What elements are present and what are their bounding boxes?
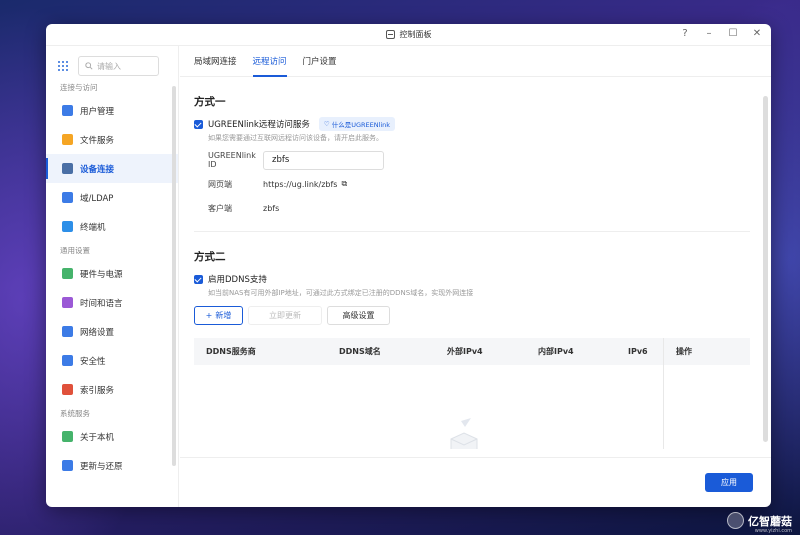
sidebar-item-label: 关于本机 bbox=[80, 432, 115, 443]
ugreenlink-id-input[interactable]: zbfs bbox=[263, 150, 384, 170]
sidebar-item-label: 硬件与电源 bbox=[80, 269, 123, 280]
sidebar-item-label: 网络设置 bbox=[80, 327, 115, 338]
update-now-button[interactable]: 立即更新 bbox=[248, 306, 322, 325]
help-icon[interactable]: ? bbox=[679, 28, 691, 39]
control-panel-window: 控制面板 ? – ☐ ✕ 请输入 连接与访问用户管理文件服务设备连接域/LDAP… bbox=[46, 24, 771, 507]
sidebar-item[interactable]: 网络设置 bbox=[46, 317, 178, 346]
copy-icon[interactable]: ⧉ bbox=[341, 179, 347, 189]
client-label: 客户端 bbox=[208, 203, 232, 213]
sidebar-item[interactable]: 终端机 bbox=[46, 212, 178, 241]
sidebar-item[interactable]: 安全性 bbox=[46, 346, 178, 375]
control-panel-icon bbox=[385, 30, 395, 39]
sidebar-item-label: 域/LDAP bbox=[80, 193, 114, 204]
main-panel: 方式一 UGREENlink远程访问服务 ♡ 什么是UGREENlink 如果您… bbox=[194, 77, 750, 449]
sidebar-section-label: 系统服务 bbox=[60, 408, 90, 418]
th-domain: DDNS域名 bbox=[339, 347, 381, 356]
sidebar-item-label: 时间和语言 bbox=[80, 298, 123, 309]
plus-icon: + bbox=[205, 311, 213, 320]
tab-remote-access[interactable]: 远程访问 bbox=[252, 46, 287, 77]
index-service-icon bbox=[62, 384, 73, 395]
ddns-checkbox[interactable] bbox=[194, 274, 203, 284]
web-label: 网页端 bbox=[208, 179, 232, 189]
sidebar-item[interactable]: 时间和语言 bbox=[46, 288, 178, 317]
apply-button[interactable]: 应用 bbox=[705, 473, 753, 492]
minimize-icon[interactable]: – bbox=[703, 28, 715, 39]
user-manage-icon bbox=[62, 105, 73, 116]
file-service-icon bbox=[62, 134, 73, 145]
method2-title: 方式二 bbox=[194, 251, 226, 263]
sidebar-item[interactable]: 硬件与电源 bbox=[46, 259, 178, 288]
content-area: 局域网连接 远程访问 门户设置 方式一 UGREENlink远程访问服务 ♡ 什… bbox=[180, 46, 771, 507]
sidebar-section-label: 连接与访问 bbox=[60, 82, 98, 92]
tab-portal[interactable]: 门户设置 bbox=[303, 46, 337, 77]
title-bar: 控制面板 ? – ☐ ✕ bbox=[46, 24, 771, 46]
empty-box-icon bbox=[450, 418, 478, 449]
security-shield-icon bbox=[62, 355, 73, 366]
divider bbox=[194, 231, 750, 232]
bulb-icon: ♡ bbox=[323, 120, 330, 128]
watermark-logo: 亿智蘑菇 www.yizhi.com bbox=[727, 512, 792, 534]
ugreenlink-label: UGREENlink远程访问服务 bbox=[208, 120, 310, 130]
th-int-ipv4: 内部IPv4 bbox=[538, 347, 574, 356]
ugreenlink-checkbox[interactable] bbox=[194, 119, 203, 129]
footer: 应用 bbox=[180, 457, 771, 507]
search-input[interactable]: 请输入 bbox=[78, 56, 159, 76]
th-actions: 操作 bbox=[676, 347, 692, 356]
network-icon bbox=[62, 326, 73, 337]
time-language-icon bbox=[62, 297, 73, 308]
method1-hint: 如果您需要通过互联网远程访问该设备，请开启此服务。 bbox=[208, 134, 383, 142]
web-url[interactable]: https://ug.link/zbfs bbox=[263, 180, 337, 189]
add-ddns-button[interactable]: + 新增 bbox=[194, 306, 243, 325]
sidebar-item-label: 更新与还原 bbox=[80, 461, 123, 472]
hardware-power-icon bbox=[62, 268, 73, 279]
sidebar: 请输入 连接与访问用户管理文件服务设备连接域/LDAP 终端机通用设置硬件与电源时… bbox=[46, 46, 179, 507]
search-icon bbox=[85, 62, 93, 70]
sidebar-scrollbar[interactable] bbox=[172, 86, 176, 466]
terminal-icon bbox=[62, 221, 73, 232]
client-value: zbfs bbox=[263, 203, 280, 213]
sidebar-item-label: 设备连接 bbox=[80, 164, 115, 175]
sidebar-section-label: 通用设置 bbox=[60, 245, 90, 255]
close-icon[interactable]: ✕ bbox=[751, 28, 763, 39]
sidebar-item[interactable]: 关于本机 bbox=[46, 422, 178, 451]
th-ipv6: IPv6 bbox=[628, 347, 648, 356]
update-restore-icon bbox=[62, 460, 73, 471]
main-scrollbar[interactable] bbox=[763, 96, 768, 442]
th-ext-ipv4: 外部IPv4 bbox=[447, 347, 483, 356]
what-is-ugreenlink-link[interactable]: ♡ 什么是UGREENlink bbox=[318, 117, 396, 131]
sidebar-item[interactable]: 用户管理 bbox=[46, 96, 178, 125]
tab-bar: 局域网连接 远程访问 门户设置 bbox=[180, 46, 771, 77]
th-provider: DDNS服务商 bbox=[206, 347, 256, 356]
table-column-divider bbox=[663, 338, 664, 449]
sidebar-item[interactable]: 索引服务 bbox=[46, 375, 178, 404]
sidebar-item-label: 文件服务 bbox=[80, 135, 115, 146]
ugreenlink-id-label: UGREENlink ID bbox=[208, 151, 256, 169]
sidebar-item-label: 用户管理 bbox=[80, 106, 115, 117]
ddns-table-header: DDNS服务商 DDNS域名 外部IPv4 内部IPv4 IPv6 操作 bbox=[194, 338, 750, 449]
sidebar-item-label: 安全性 bbox=[80, 356, 106, 367]
method1-title: 方式一 bbox=[194, 96, 226, 108]
device-connect-icon bbox=[62, 163, 73, 174]
maximize-icon[interactable]: ☐ bbox=[727, 28, 739, 39]
advanced-settings-button[interactable]: 高级设置 bbox=[327, 306, 390, 325]
sidebar-item[interactable]: 更新与还原 bbox=[46, 451, 178, 480]
sidebar-item[interactable]: 设备连接 bbox=[46, 154, 178, 183]
tab-lan[interactable]: 局域网连接 bbox=[194, 46, 237, 77]
method2-hint: 如当前NAS有可用外部IP地址，可通过此方式绑定已注册的DDNS域名，实现外网连… bbox=[208, 289, 474, 297]
watermark-circle-icon bbox=[727, 512, 744, 529]
sidebar-item-label: 索引服务 bbox=[80, 385, 115, 396]
sidebar-list: 连接与访问用户管理文件服务设备连接域/LDAP 终端机通用设置硬件与电源时间和语言… bbox=[46, 78, 178, 480]
ddns-label: 启用DDNS支持 bbox=[208, 275, 267, 285]
sidebar-item[interactable]: 域/LDAP bbox=[46, 183, 178, 212]
sidebar-item-label: 终端机 bbox=[80, 222, 106, 233]
ldap-icon bbox=[62, 192, 73, 203]
app-grid-icon[interactable] bbox=[58, 61, 68, 71]
sidebar-item[interactable]: 文件服务 bbox=[46, 125, 178, 154]
about-info-icon bbox=[62, 431, 73, 442]
window-title: 控制面板 bbox=[399, 30, 432, 39]
